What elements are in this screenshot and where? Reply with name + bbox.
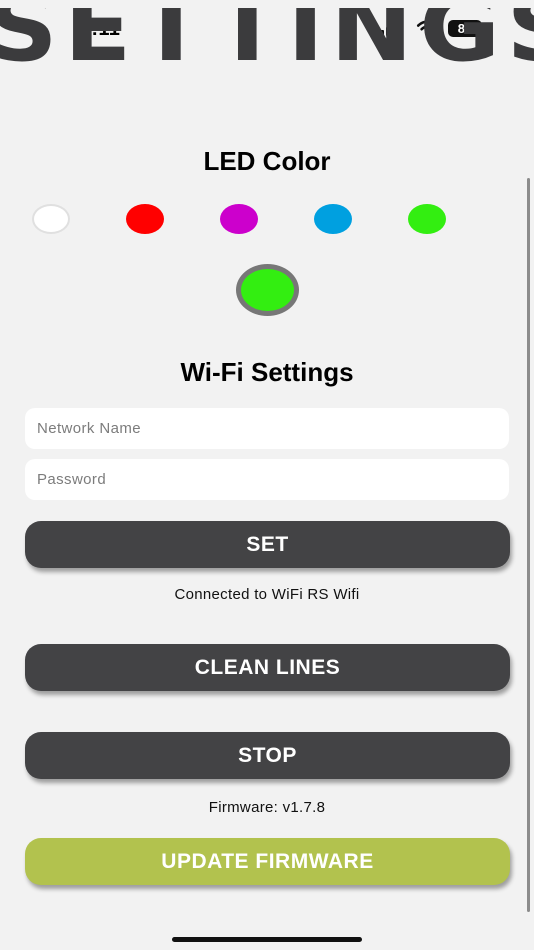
settings-screen: 9:11 88 SETTINGS LED Color Wi-Fi Setting… [0,0,534,950]
page-title-text: SETTINGS [0,8,534,83]
clean-lines-button[interactable]: CLEAN LINES [25,644,510,691]
color-swatch-green[interactable] [408,204,446,234]
led-color-heading: LED Color [203,146,331,176]
home-indicator[interactable] [172,937,362,942]
selected-color-indicator [236,264,299,316]
password-input[interactable] [25,459,509,500]
network-name-input[interactable] [25,408,509,449]
wifi-settings-heading: Wi-Fi Settings [180,357,354,387]
wifi-connection-status: Connected to WiFi RS Wifi [174,586,360,603]
update-firmware-button[interactable]: UPDATE FIRMWARE [25,838,510,885]
page-title: SETTINGS [0,8,534,88]
set-button[interactable]: SET [25,521,510,568]
firmware-version: Firmware: v1.7.8 [208,799,326,816]
color-swatch-magenta[interactable] [220,204,258,234]
color-swatch-red[interactable] [126,204,164,234]
scrollbar[interactable] [527,178,530,912]
color-swatch-white[interactable] [32,204,70,234]
color-swatch-blue[interactable] [314,204,352,234]
stop-button[interactable]: STOP [25,732,510,779]
